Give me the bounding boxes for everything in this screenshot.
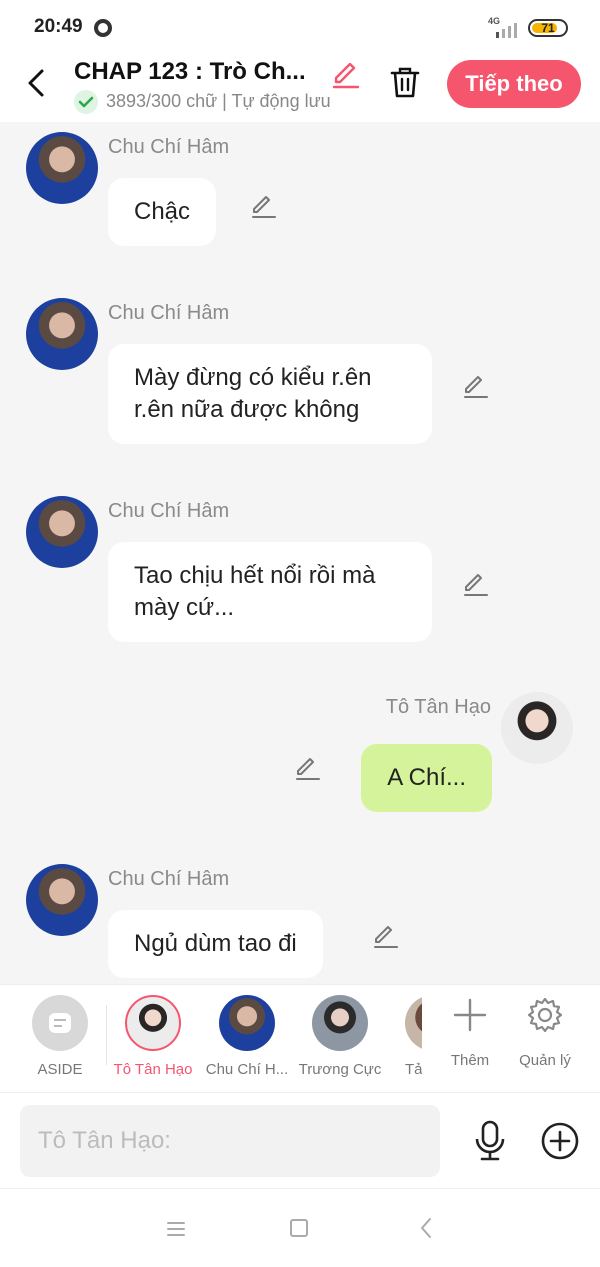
battery-icon: 71: [528, 19, 568, 37]
avatar[interactable]: [501, 692, 573, 764]
character-to-tan-hao[interactable]: Tô Tân Hạo: [108, 995, 198, 1078]
gear-icon: [527, 997, 563, 1033]
signal-icon: [496, 23, 517, 38]
character-chu-chi-ham[interactable]: Chu Chí H...: [202, 995, 292, 1078]
system-nav-bar: [0, 1188, 600, 1267]
message-input[interactable]: [20, 1105, 440, 1177]
avatar: [125, 995, 181, 1051]
character-ta[interactable]: Tả: [388, 995, 422, 1078]
avatar[interactable]: [26, 864, 98, 936]
sender-name: Chu Chí Hâm: [108, 136, 230, 158]
status-bar: 20:49 4G 71: [0, 0, 600, 56]
manage-label: Quản lý: [519, 1052, 571, 1069]
nav-back-icon[interactable]: [418, 1217, 434, 1239]
avatar: [312, 995, 368, 1051]
character-name: Tô Tân Hạo: [113, 1061, 193, 1078]
character-name: Chu Chí H...: [205, 1061, 289, 1078]
battery-level: 71: [541, 21, 555, 35]
message-bubble[interactable]: Tao chịu hết nổi rồi mà mày cứ...: [108, 542, 432, 642]
status-time: 20:49: [34, 16, 83, 37]
aside-icon: [32, 995, 88, 1051]
back-arrow-icon[interactable]: [22, 68, 52, 98]
message-list[interactable]: Chu Chí Hâm Chậc Chu Chí Hâm Mày đừng có…: [0, 122, 600, 984]
media-icon: [94, 19, 112, 37]
edit-message-icon[interactable]: [462, 372, 490, 400]
edit-message-icon[interactable]: [462, 570, 490, 598]
character-name: Trương Cực: [298, 1061, 382, 1078]
microphone-icon[interactable]: [470, 1119, 510, 1163]
sender-name: Chu Chí Hâm: [108, 868, 230, 890]
character-name: Tả: [405, 1061, 422, 1078]
character-name: ASIDE: [37, 1061, 83, 1078]
add-label: Thêm: [450, 1052, 490, 1069]
character-bar: ASIDE Tô Tân Hạo Chu Chí H... Trương Cực…: [0, 984, 600, 1092]
chapter-title[interactable]: CHAP 123 : Trò Ch...: [74, 58, 306, 86]
check-icon: [74, 90, 98, 114]
trash-icon[interactable]: [388, 64, 422, 100]
divider: [106, 1005, 107, 1065]
sender-name: Chu Chí Hâm: [108, 302, 230, 324]
manage-button[interactable]: Quản lý: [510, 995, 580, 1069]
avatar[interactable]: [26, 132, 98, 204]
add-character-button[interactable]: Thêm: [435, 995, 505, 1069]
word-count-status: 3893/300 chữ | Tự động lưu: [106, 91, 331, 111]
avatar: [219, 995, 275, 1051]
chapter-header: CHAP 123 : Trò Ch... 3893/300 chữ | Tự đ…: [0, 56, 600, 122]
message-bubble[interactable]: A Chí...: [361, 744, 492, 812]
edit-message-icon[interactable]: [294, 754, 322, 782]
sender-name: Chu Chí Hâm: [108, 500, 230, 522]
plus-icon: [453, 998, 487, 1032]
message-bubble[interactable]: Mày đừng có kiểu r.ên r.ên nữa được khôn…: [108, 344, 432, 444]
character-aside[interactable]: ASIDE: [15, 995, 105, 1078]
message-bubble[interactable]: Chậc: [108, 178, 217, 246]
sender-name: Tô Tân Hạo: [385, 696, 491, 718]
character-truong-cuc[interactable]: Trương Cực: [295, 995, 385, 1078]
composer: [0, 1092, 600, 1188]
add-circle-icon[interactable]: [540, 1121, 580, 1161]
menu-icon[interactable]: [166, 1221, 186, 1237]
message-bubble[interactable]: Ngủ dùm tao đi: [108, 910, 323, 978]
avatar: [405, 995, 422, 1051]
pencil-icon[interactable]: [330, 58, 362, 90]
avatar[interactable]: [26, 496, 98, 568]
edit-message-icon[interactable]: [372, 922, 400, 950]
next-button[interactable]: Tiếp theo: [447, 60, 581, 108]
avatar[interactable]: [26, 298, 98, 370]
home-icon[interactable]: [290, 1219, 308, 1237]
edit-message-icon[interactable]: [250, 192, 278, 220]
